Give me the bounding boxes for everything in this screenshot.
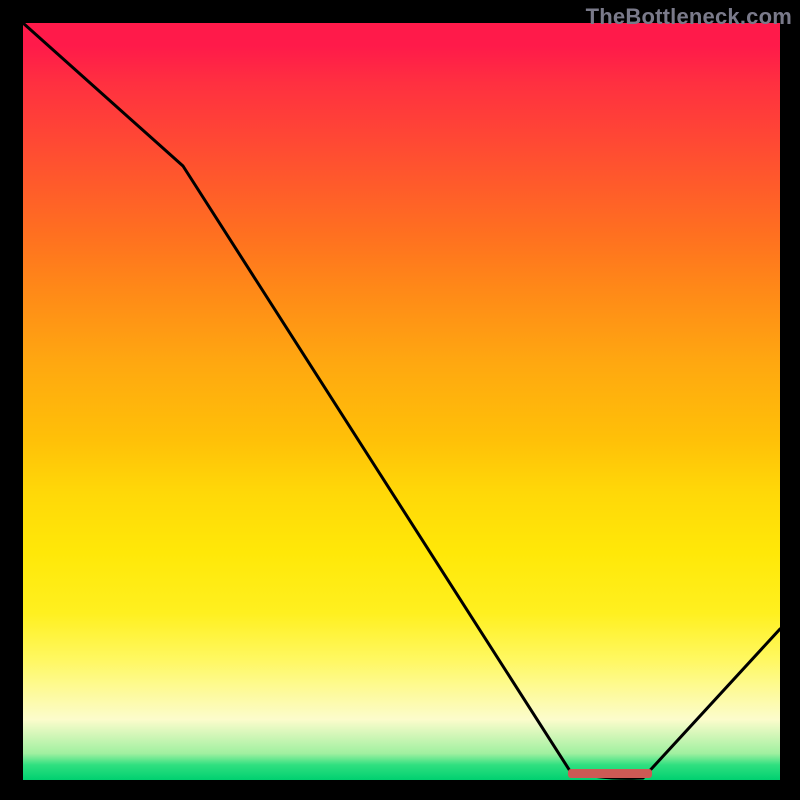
watermark-text: TheBottleneck.com [586,4,792,30]
bottleneck-curve [23,23,780,780]
curve-path [23,23,780,778]
optimal-marker-band [568,769,652,778]
